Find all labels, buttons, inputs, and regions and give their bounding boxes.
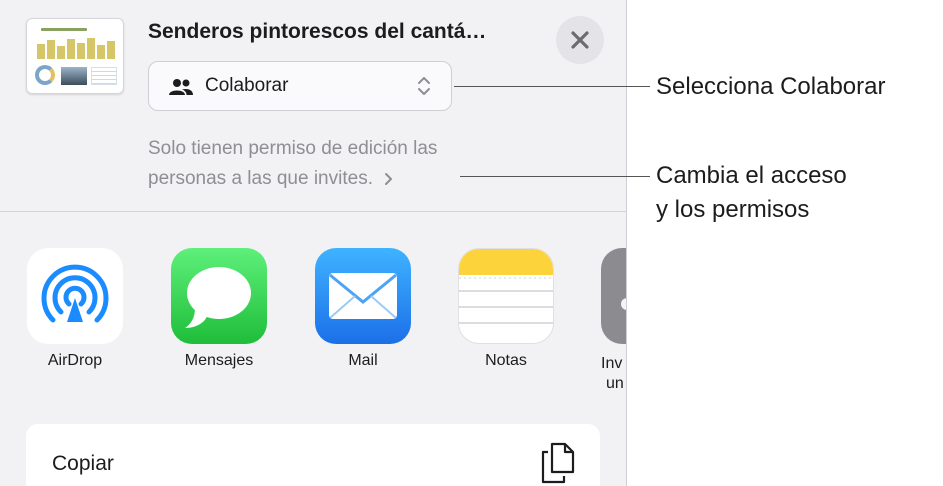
callout-line-access — [460, 176, 650, 177]
airdrop-app[interactable]: AirDrop — [27, 248, 123, 369]
more-app-icon — [601, 248, 626, 344]
callout-access-line1: Cambia el acceso — [656, 162, 847, 189]
callout-line-collaborate — [454, 86, 650, 87]
callout-access-line2: y los permisos — [656, 196, 810, 223]
divider — [0, 211, 626, 212]
copy-action[interactable]: Copiar — [26, 424, 600, 486]
people-icon — [169, 79, 193, 95]
document-title: Senderos pintorescos del cantá… — [148, 20, 487, 43]
callout-access: Cambia el acceso y los permisos — [656, 159, 847, 227]
more-app-label: Inv un — [601, 354, 626, 394]
messages-app[interactable]: Mensajes — [171, 248, 267, 369]
chevron-right-icon — [385, 172, 393, 185]
messages-label: Mensajes — [184, 352, 254, 369]
collaboration-mode-menu[interactable]: Colaborar — [148, 61, 452, 111]
messages-icon — [171, 248, 267, 344]
share-sheet: Senderos pintorescos del cantá… Colabora… — [0, 0, 627, 486]
airdrop-icon — [27, 248, 123, 344]
close-icon — [571, 31, 589, 49]
access-text-line1: Solo tienen permiso de edición las — [148, 138, 438, 159]
more-app[interactable]: Inv un — [601, 248, 626, 392]
more-app-label-line2: un — [606, 375, 624, 392]
notes-label: Notas — [485, 352, 527, 369]
more-app-label-line1: Inv — [601, 355, 623, 372]
mail-icon — [315, 248, 411, 344]
copy-label: Copiar — [52, 452, 114, 475]
mail-label: Mail — [348, 352, 378, 369]
mail-app[interactable]: Mail — [315, 248, 411, 369]
notes-icon — [458, 248, 554, 344]
access-text-line2: personas a las que invites. — [148, 168, 373, 189]
notes-app[interactable]: Notas — [458, 248, 554, 369]
airdrop-label: AirDrop — [47, 352, 103, 369]
copy-icon — [541, 442, 575, 484]
access-permissions-link[interactable]: Solo tienen permiso de edición las perso… — [148, 134, 548, 194]
chevron-up-down-icon — [418, 77, 430, 95]
collaboration-mode-label: Colaborar — [205, 75, 289, 96]
close-button[interactable] — [556, 16, 604, 64]
callout-collaborate: Selecciona Colaborar — [656, 73, 886, 100]
document-thumbnail — [26, 18, 124, 94]
